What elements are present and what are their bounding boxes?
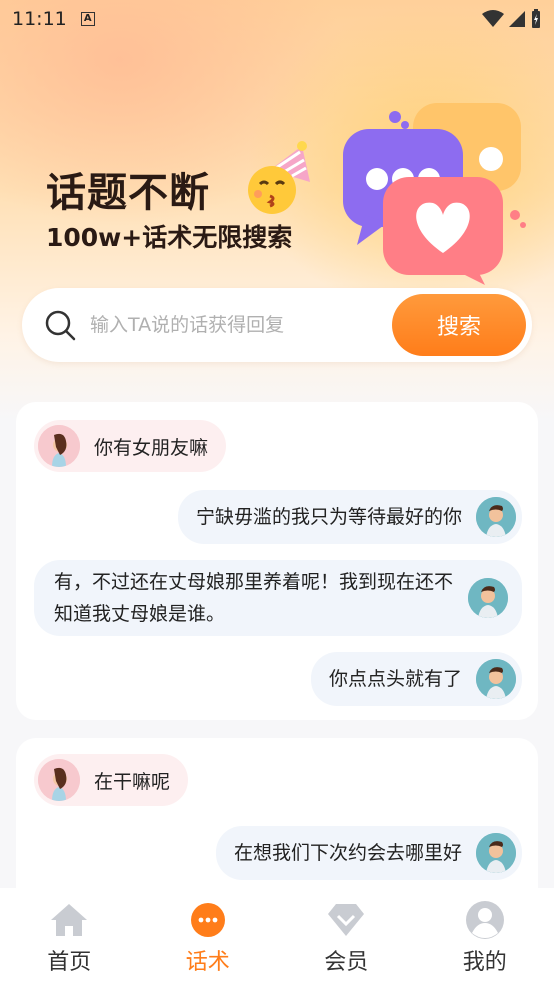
question-bubble: 你有女朋友嘛 <box>34 420 227 472</box>
nav-label: 首页 <box>47 950 92 975</box>
reply-text: 在想我们下次约会去哪里好 <box>233 842 462 864</box>
search-bar: 搜索 <box>22 288 532 362</box>
reply-bubble[interactable]: 有，不过还在丈母娘那里养着呢！我到现在还不知道我丈母娘是谁。 <box>34 560 522 636</box>
reply-bubble[interactable]: 宁缺毋滥的我只为等待最好的你 <box>177 490 522 544</box>
status-notification-icon: A <box>80 12 95 26</box>
battery-icon <box>532 9 540 28</box>
reply-text: 有，不过还在丈母娘那里养着呢！我到现在还不知道我丈母娘是谁。 <box>54 571 454 625</box>
banner-subtitle: 100w+话术无限搜索 <box>46 223 293 252</box>
nav-label: 话术 <box>185 950 230 975</box>
search-input[interactable] <box>90 314 380 336</box>
chat-icon <box>188 900 228 940</box>
search-icon <box>45 310 76 341</box>
status-icons <box>482 9 542 29</box>
search-button[interactable]: 搜索 <box>392 294 526 356</box>
question-text: 你有女朋友嘛 <box>94 436 209 459</box>
nav-item-scripts[interactable]: 话术 <box>139 888 278 984</box>
boy-avatar <box>476 833 516 873</box>
reply-text: 你点点头就有了 <box>328 668 462 690</box>
script-card[interactable]: 你有女朋友嘛 宁缺毋滥的我只为等待最好的你 有，不过还在丈母娘那里养着呢！我到现… <box>16 402 538 720</box>
nav-item-vip[interactable]: 会员 <box>277 888 416 984</box>
home-icon <box>49 900 89 940</box>
boy-avatar <box>468 578 508 618</box>
question-text: 在干嘛呢 <box>94 770 171 793</box>
bottom-nav: 首页 话术 会员 我的 <box>0 888 554 984</box>
banner-title: 话题不断 <box>46 170 210 216</box>
wifi-icon <box>482 10 504 27</box>
signal-icon <box>509 11 525 27</box>
reply-bubble[interactable]: 你点点头就有了 <box>310 652 522 706</box>
nav-item-home[interactable]: 首页 <box>0 888 139 984</box>
diamond-icon <box>326 900 366 940</box>
chat-bubbles-illustration <box>343 103 526 285</box>
profile-icon <box>465 900 505 940</box>
boy-avatar <box>476 659 516 699</box>
question-bubble: 在干嘛呢 <box>34 754 189 806</box>
status-time: 11:11 <box>12 8 67 30</box>
nav-item-mine[interactable]: 我的 <box>416 888 554 984</box>
kiss-emoji-icon <box>248 141 310 214</box>
reply-text: 宁缺毋滥的我只为等待最好的你 <box>195 506 462 528</box>
girl-avatar <box>38 425 80 467</box>
nav-label: 会员 <box>324 950 369 975</box>
reply-bubble[interactable]: 在想我们下次约会去哪里好 <box>215 826 522 880</box>
status-bar: 11:11 A <box>0 0 554 38</box>
boy-avatar <box>476 497 516 537</box>
nav-label: 我的 <box>462 950 507 975</box>
girl-avatar <box>38 759 80 801</box>
